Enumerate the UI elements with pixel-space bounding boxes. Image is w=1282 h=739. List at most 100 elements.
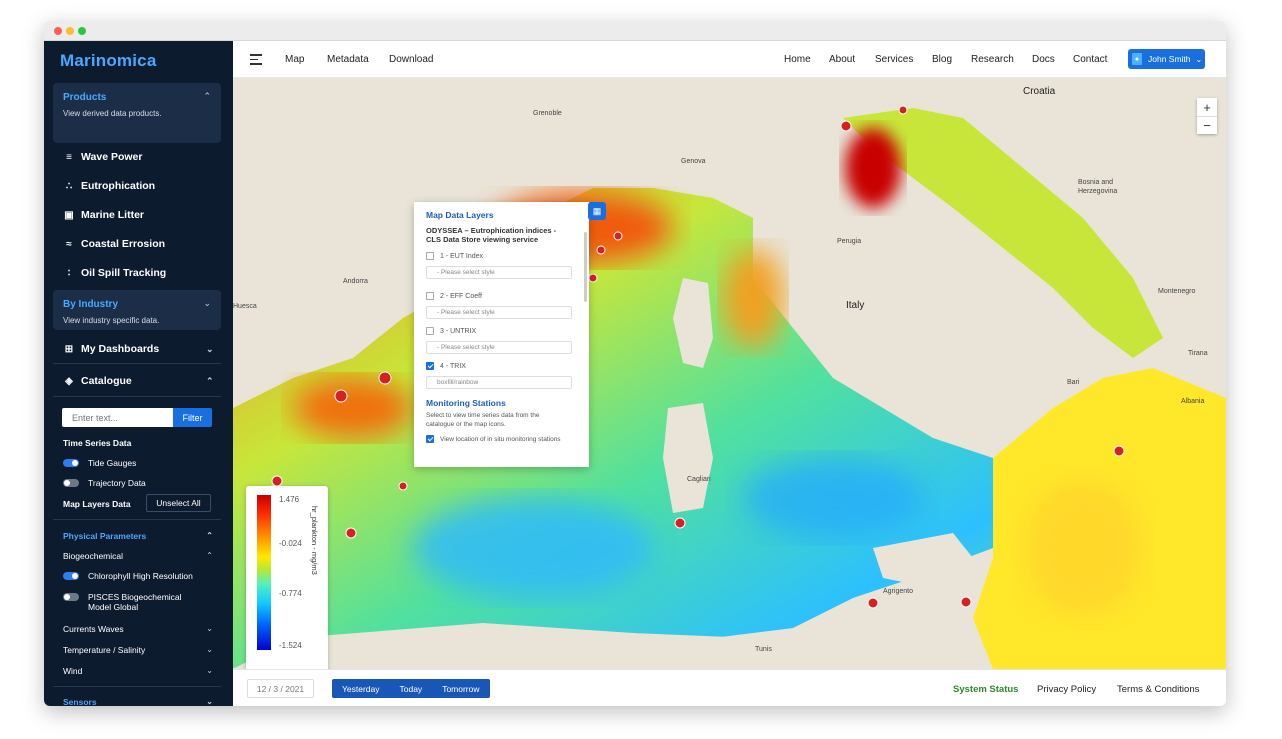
sidebar-item-marine-litter[interactable]: ▣ Marine Litter	[62, 209, 144, 221]
nav-download[interactable]: Download	[389, 54, 433, 65]
zoom-out-button[interactable]: −	[1197, 116, 1217, 134]
legend-unit: hr_plankton - mg/m3	[310, 506, 319, 575]
category-currents-waves[interactable]: Currents Waves ⌄	[63, 624, 213, 634]
nav-contact[interactable]: Contact	[1073, 54, 1107, 65]
bottom-bar: 12 / 3 / 2021 Yesterday Today Tomorrow S…	[233, 669, 1226, 706]
sidebar-item-eutrophication[interactable]: ∴ Eutrophication	[62, 180, 155, 192]
sidebar-item-label: My Dashboards	[81, 343, 160, 355]
nav-home[interactable]: Home	[784, 54, 811, 65]
layer-checkbox[interactable]	[426, 362, 434, 370]
zoom-in-button[interactable]: +	[1197, 98, 1217, 116]
layer-checkbox[interactable]	[426, 252, 434, 260]
divider	[53, 686, 221, 687]
filter-button[interactable]: Filter	[173, 408, 212, 427]
sidebar-item-catalogue[interactable]: ◈ Catalogue ⌃	[62, 375, 213, 387]
category-wind[interactable]: Wind ⌄	[63, 666, 213, 676]
toggle-pisces[interactable]: PISCES Biogeochemical Model Global	[63, 592, 193, 612]
layer-style-select[interactable]: - Please select style	[426, 306, 572, 319]
yesterday-button[interactable]: Yesterday	[332, 679, 390, 698]
nav-map[interactable]: Map	[285, 54, 304, 65]
grid-icon: ⊞	[64, 343, 74, 355]
sidebar-item-my-dashboards[interactable]: ⊞ My Dashboards ⌄	[62, 343, 214, 355]
minimize-window-button[interactable]	[66, 27, 74, 35]
category-temperature-salinity[interactable]: Temperature / Salinity ⌄	[63, 645, 213, 655]
sidebar-item-label: Oil Spill Tracking	[81, 267, 167, 279]
map-canvas[interactable]: Croatia Bosnia and Herzegovina Italy And…	[233, 78, 1226, 669]
nav-blog[interactable]: Blog	[932, 54, 952, 65]
map-label-italy: Italy	[846, 300, 865, 311]
maximize-window-button[interactable]	[78, 27, 86, 35]
sidebar-item-coastal-errosion[interactable]: ≈ Coastal Errosion	[62, 238, 165, 250]
panel-scrollbar[interactable]	[584, 232, 587, 302]
toggle-switch[interactable]	[63, 572, 79, 580]
chevron-up-icon: ⌃	[203, 91, 211, 101]
user-menu-button[interactable]: ● John Smith ⌄	[1128, 49, 1205, 69]
hotspot	[845, 128, 901, 208]
sidebar-item-oil-spill[interactable]: ∶ Oil Spill Tracking	[62, 267, 167, 279]
divider	[53, 363, 221, 364]
nav-research[interactable]: Research	[971, 54, 1014, 65]
brand-logo[interactable]: Marinomica	[60, 51, 156, 71]
sidebar-item-label: Marine Litter	[81, 209, 145, 221]
user-badge-icon: ●	[1132, 53, 1142, 65]
sensors-header[interactable]: Sensors ⌄	[63, 697, 213, 706]
toggle-label: Tide Gauges	[88, 458, 137, 468]
close-window-button[interactable]	[54, 27, 62, 35]
tomorrow-button[interactable]: Tomorrow	[432, 679, 489, 698]
layers-service-name: ODYSSEA – Eutrophication indices - CLS D…	[426, 226, 557, 244]
layer-checkbox[interactable]	[426, 327, 434, 335]
map-label-grenoble: Grenoble	[533, 110, 562, 117]
layer-checkbox[interactable]	[426, 292, 434, 300]
toggle-trajectory-data[interactable]: Trajectory Data	[63, 478, 146, 488]
toggle-tide-gauges[interactable]: Tide Gauges	[63, 458, 136, 468]
nav-metadata[interactable]: Metadata	[327, 54, 369, 65]
sidebar-item-wave-power[interactable]: ≡ Wave Power	[62, 151, 142, 163]
layer-row[interactable]: 3 - UNTRIX	[426, 327, 589, 335]
nav-services[interactable]: Services	[875, 54, 913, 65]
nav-about[interactable]: About	[829, 54, 855, 65]
terms-link[interactable]: Terms & Conditions	[1117, 684, 1199, 695]
layer-row[interactable]: 1 - EUT Index	[426, 252, 589, 260]
chevron-up-icon: ⌃	[206, 531, 213, 540]
category-label: Wind	[63, 666, 83, 676]
layer-style-select[interactable]: boxfill/rainbow	[426, 376, 572, 389]
nav-docs[interactable]: Docs	[1032, 54, 1055, 65]
color-legend: 1.476 -0.024 -0.774 -1.524 hr_plankton -…	[246, 486, 328, 669]
stations-checkbox[interactable]	[426, 435, 434, 443]
toggle-switch[interactable]	[63, 593, 79, 601]
layer-row[interactable]: 2 - EFF Coeff	[426, 292, 589, 300]
map-label-tunis: Tunis	[755, 646, 772, 653]
products-title: Products	[63, 92, 107, 103]
stations-row[interactable]: View location of in situ monitoring stat…	[426, 435, 589, 443]
today-button[interactable]: Today	[390, 679, 433, 698]
layer-style-select[interactable]: - Please select style	[426, 266, 572, 279]
privacy-policy-link[interactable]: Privacy Policy	[1037, 684, 1096, 695]
layers-icon: ◈	[65, 375, 73, 387]
toggle-switch[interactable]	[63, 479, 79, 487]
window-titlebar	[44, 21, 1226, 41]
toggle-chlorophyll[interactable]: Chlorophyll High Resolution	[63, 571, 193, 581]
system-status-link[interactable]: System Status	[953, 684, 1018, 695]
monitoring-stations-title: Monitoring Stations	[426, 398, 506, 408]
sidebar-item-label: Wave Power	[81, 151, 143, 163]
products-panel[interactable]: Products View derived data products. ⌃	[53, 83, 221, 143]
menu-icon[interactable]	[250, 54, 262, 68]
unselect-all-button[interactable]: Unselect All	[146, 494, 211, 512]
catalogue-search-input[interactable]	[62, 408, 173, 427]
molecule-icon: ∴	[65, 180, 73, 192]
toggle-switch[interactable]	[63, 459, 79, 467]
by-industry-panel[interactable]: By Industry View industry specific data.…	[53, 290, 221, 330]
category-label: Temperature / Salinity	[63, 645, 146, 655]
map-layers-title: Map Layers Data	[63, 499, 131, 509]
layer-style-select[interactable]: - Please select style	[426, 341, 572, 354]
date-picker[interactable]: 12 / 3 / 2021	[247, 679, 314, 698]
layer-row[interactable]: 4 - TRIX	[426, 362, 589, 370]
chevron-down-icon: ⌄	[206, 624, 213, 633]
biogeochemical-header[interactable]: Biogeochemical ⌃	[63, 551, 213, 561]
map-label-montenegro: Montenegro	[1158, 288, 1196, 295]
map-layers-icon[interactable]: ▦	[588, 202, 606, 220]
physical-parameters-header[interactable]: Physical Parameters ⌃	[63, 531, 213, 541]
warmspot	[1023, 478, 1143, 618]
map-label-tirana: Tirana	[1188, 350, 1208, 357]
map-label-albania: Albania	[1181, 398, 1205, 405]
